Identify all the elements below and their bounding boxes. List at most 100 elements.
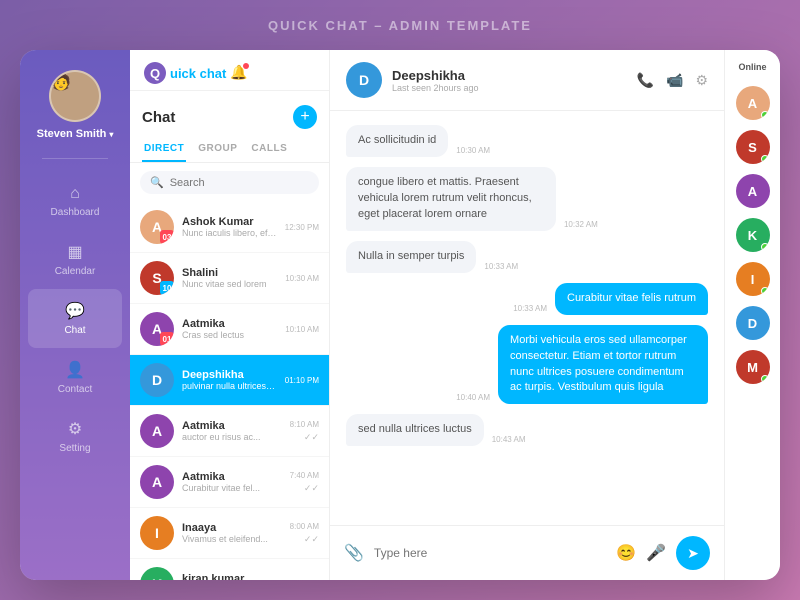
- list-item[interactable]: A 01 Aatmika Cras sed lectus 10:10 AM: [130, 304, 329, 355]
- add-chat-button[interactable]: +: [293, 105, 317, 129]
- list-item[interactable]: S 10 Shalini Nunc vitae sed lorem 10:30 …: [130, 253, 329, 304]
- list-item[interactable]: A Aatmika auctor eu risus ac... 8:10 AM …: [130, 406, 329, 457]
- phone-icon[interactable]: 📞: [637, 72, 654, 89]
- read-icon: ✓✓: [304, 483, 319, 494]
- bell-wrap: 🔔: [230, 64, 247, 82]
- chat-main: D Deepshikha Last seen 2hours ago 📞 📹 ⚙ …: [330, 50, 724, 580]
- message-bubble: Ac sollicitudin id: [346, 125, 448, 157]
- send-button[interactable]: ➤: [676, 536, 710, 570]
- message-time: 10:32 AM: [564, 220, 598, 229]
- app-container: 🧑 Steven Smith ▾ ⌂ Dashboard ▦ Calendar …: [20, 50, 780, 580]
- online-user-avatar[interactable]: S: [736, 130, 770, 164]
- message-row: 10:40 AM Morbi vehicula eros sed ullamco…: [346, 325, 708, 405]
- online-user-avatar[interactable]: D: [736, 306, 770, 340]
- app-logo: Q uick chat 🔔: [130, 50, 329, 91]
- input-actions: 😊 🎤: [616, 543, 666, 563]
- sidebar-item-label: Setting: [59, 443, 90, 454]
- logo-text: uick chat: [170, 66, 226, 81]
- contact-avatar: I: [140, 516, 174, 550]
- contact-avatar: D: [140, 363, 174, 397]
- chat-panel-header: Chat +: [130, 91, 329, 137]
- message-row: Nulla in semper turpis 10:33 AM: [346, 241, 708, 273]
- contact-avatar: A 03: [140, 210, 174, 244]
- badge: 10: [160, 281, 174, 295]
- nav-items: ⌂ Dashboard ▦ Calendar 💬 Chat 👤 Contact …: [20, 173, 130, 560]
- emoji-icon[interactable]: 😊: [616, 543, 636, 563]
- chat-panel-title: Chat: [142, 109, 175, 126]
- chat-header-name: Deepshikha: [392, 68, 627, 83]
- online-dot: [761, 155, 769, 163]
- search-input[interactable]: [170, 177, 309, 189]
- logo-icon: Q: [144, 62, 166, 84]
- list-item[interactable]: A Aatmika Curabitur vitae fel... 7:40 AM…: [130, 457, 329, 508]
- dashboard-icon: ⌂: [70, 185, 80, 203]
- message-bubble: sed nulla ultrices luctus: [346, 414, 484, 446]
- message-row: congue libero et mattis. Praesent vehicu…: [346, 167, 708, 231]
- message-bubble: Curabitur vitae felis rutrum: [555, 283, 708, 315]
- chat-header: D Deepshikha Last seen 2hours ago 📞 📹 ⚙: [330, 50, 724, 111]
- contact-icon: 👤: [65, 360, 85, 380]
- chat-header-actions: 📞 📹 ⚙: [637, 72, 708, 89]
- page-title: QUICK CHAT – ADMIN TEMPLATE: [0, 18, 800, 33]
- sidebar-item-chat[interactable]: 💬 Chat: [28, 289, 122, 348]
- nav-divider: [42, 158, 108, 159]
- message-time: 10:43 AM: [492, 435, 526, 444]
- read-icon: ✓✓: [304, 432, 319, 443]
- online-panel: Online A S A K I D M: [724, 50, 780, 580]
- message-bubble: Nulla in semper turpis: [346, 241, 476, 273]
- username-label: Steven Smith ▾: [37, 128, 114, 140]
- chat-header-avatar: D: [346, 62, 382, 98]
- online-dot: [761, 243, 769, 251]
- list-item[interactable]: K kiran kumar auctor eu risus ac... 8:10…: [130, 559, 329, 580]
- sidebar-item-dashboard[interactable]: ⌂ Dashboard: [20, 173, 130, 230]
- message-time: 10:33 AM: [484, 262, 518, 271]
- tab-group[interactable]: GROUP: [196, 137, 239, 162]
- sidebar-item-label: Dashboard: [51, 207, 100, 218]
- tab-calls[interactable]: CALLS: [249, 137, 289, 162]
- chat-messages: Ac sollicitudin id 10:30 AM congue liber…: [330, 111, 724, 525]
- badge: 01: [160, 332, 174, 346]
- video-icon[interactable]: 📹: [666, 72, 683, 89]
- calendar-icon: ▦: [67, 242, 82, 262]
- chat-input-bar: 📎 😊 🎤 ➤: [330, 525, 724, 580]
- read-icon: ✓✓: [304, 534, 319, 545]
- message-bubble: Morbi vehicula eros sed ullamcorper cons…: [498, 325, 708, 405]
- chat-icon: 💬: [65, 301, 85, 321]
- contact-avatar: K: [140, 567, 174, 580]
- avatar: 🧑: [49, 70, 101, 122]
- sidebar-item-contact[interactable]: 👤 Contact: [20, 348, 130, 407]
- attach-icon[interactable]: 📎: [344, 543, 364, 563]
- message-bubble: congue libero et mattis. Praesent vehicu…: [346, 167, 556, 231]
- list-item[interactable]: I Inaaya Vivamus et eleifend... 8:00 AM …: [130, 508, 329, 559]
- message-time: 10:40 AM: [456, 393, 490, 402]
- message-input[interactable]: [374, 546, 606, 560]
- sidebar-item-label: Calendar: [55, 266, 96, 277]
- contact-list: A 03 Ashok Kumar Nunc iaculis libero, ef…: [130, 202, 329, 580]
- message-time: 10:33 AM: [513, 304, 547, 313]
- online-dot: [761, 111, 769, 119]
- sidebar-item-setting[interactable]: ⚙ Setting: [20, 407, 130, 466]
- sidebar-item-calendar[interactable]: ▦ Calendar: [20, 230, 130, 289]
- settings-icon[interactable]: ⚙: [695, 72, 708, 89]
- sidebar-item-label: Contact: [58, 384, 92, 395]
- message-row: sed nulla ultrices luctus 10:43 AM: [346, 414, 708, 446]
- online-title: Online: [738, 62, 766, 72]
- online-user-avatar[interactable]: K: [736, 218, 770, 252]
- contact-avatar: S 10: [140, 261, 174, 295]
- online-user-avatar[interactable]: M: [736, 350, 770, 384]
- online-user-avatar[interactable]: A: [736, 174, 770, 208]
- list-item[interactable]: A 03 Ashok Kumar Nunc iaculis libero, ef…: [130, 202, 329, 253]
- mic-icon[interactable]: 🎤: [646, 543, 666, 563]
- online-user-avatar[interactable]: I: [736, 262, 770, 296]
- search-bar: 🔍: [140, 171, 319, 194]
- notification-dot: [243, 63, 249, 69]
- chat-tabs: DIRECT GROUP CALLS: [130, 137, 329, 163]
- contact-avatar: A: [140, 465, 174, 499]
- list-item-active[interactable]: D Deepshikha pulvinar nulla ultrices luc…: [130, 355, 329, 406]
- nav-sidebar: 🧑 Steven Smith ▾ ⌂ Dashboard ▦ Calendar …: [20, 50, 130, 580]
- online-user-avatar[interactable]: A: [736, 86, 770, 120]
- message-time: 10:30 AM: [456, 146, 490, 155]
- chevron-down-icon: ▾: [109, 130, 113, 139]
- chat-header-status: Last seen 2hours ago: [392, 83, 627, 93]
- tab-direct[interactable]: DIRECT: [142, 137, 186, 162]
